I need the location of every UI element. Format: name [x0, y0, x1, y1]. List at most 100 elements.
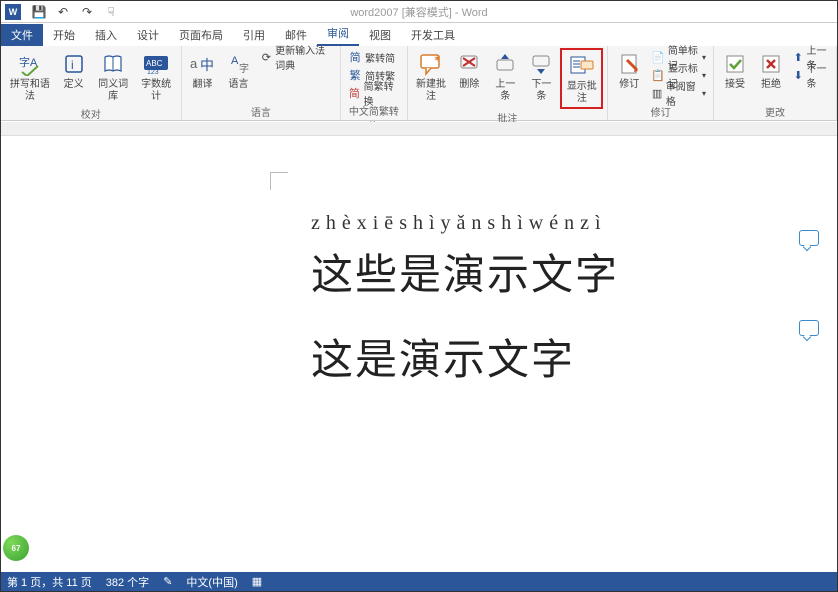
svg-text:字: 字 [239, 62, 249, 75]
group-tracking: 修订 📄简单标记▾ 📋显示标记▾ ▥审阅窗格▾ 修订 [608, 46, 714, 120]
touch-mode-button[interactable]: ☟ [103, 4, 119, 20]
define-button[interactable]: i 定义 [57, 48, 91, 105]
proof-status[interactable]: ✎ [163, 575, 172, 588]
tab-layout[interactable]: 页面布局 [169, 24, 233, 46]
simp-icon: 简 [348, 50, 362, 64]
thesaurus-label: 同义词库 [96, 79, 131, 103]
tab-home[interactable]: 开始 [43, 24, 85, 46]
tab-insert[interactable]: 插入 [85, 24, 127, 46]
wordcount-label: 字数统计 [139, 79, 174, 103]
svg-text:✶: ✶ [433, 54, 441, 65]
assist-badge[interactable]: 67 [3, 535, 29, 561]
ime-label: 更新输入法词典 [275, 42, 333, 72]
refresh-icon: ⟳ [261, 50, 273, 64]
tab-design[interactable]: 设计 [127, 24, 169, 46]
chinese-line-2: 这是演示文字 [311, 326, 619, 387]
group-tracking-label: 修订 [612, 103, 709, 119]
show-comments-label: 显示批注 [565, 81, 598, 105]
group-comments: ✶ 新建批注 删除 上一条 下一条 显示批注 批注 [408, 46, 609, 120]
language-label: 语言 [229, 79, 249, 91]
markup-icon: 📄 [651, 50, 665, 64]
group-language: a中 翻译 A字 语言 ⟳ 更新输入法词典 语言 [182, 46, 342, 120]
ruler[interactable] [1, 122, 837, 136]
prev-icon [491, 50, 519, 78]
convert-icon: 简 [348, 86, 361, 100]
margin-corner-tl [270, 172, 288, 190]
language-button[interactable]: A字 语言 [222, 48, 256, 103]
macro-status[interactable]: ▦ [252, 575, 262, 588]
status-bar: 第 1 页，共 11 页 382 个字 ✎ 中文(中国) ▦ [1, 572, 837, 591]
accept-icon [721, 50, 749, 78]
group-proofing-label: 校对 [5, 105, 177, 121]
word-count-status[interactable]: 382 个字 [106, 574, 149, 590]
group-proofing: 字A 拼写和语法 i 定义 同义词库 ABC123 字数统计 校对 [1, 46, 182, 120]
new-comment-button[interactable]: ✶ 新建批注 [412, 48, 451, 109]
tab-view[interactable]: 视图 [359, 24, 401, 46]
spellcheck-icon: 字A [16, 50, 44, 78]
reject-icon [757, 50, 785, 78]
tab-references[interactable]: 引用 [233, 24, 275, 46]
delete-label: 删除 [459, 79, 479, 91]
show-comments-button[interactable]: 显示批注 [560, 48, 603, 109]
pinyin-text: zhèxiēshìyǎnshìwénzì [311, 212, 619, 235]
group-chinese-conv: 简繁转简 繁简转繁 简简繁转换 中文简繁转换 [341, 46, 407, 120]
globe-icon: A字 [225, 50, 253, 78]
ribbon: 字A 拼写和语法 i 定义 同义词库 ABC123 字数统计 校对 a中 翻译 [1, 46, 837, 121]
showmk-icon: 📋 [651, 68, 665, 82]
next-icon [527, 50, 555, 78]
accept-button[interactable]: 接受 [718, 48, 752, 103]
svg-text:中: 中 [200, 57, 214, 73]
translate-icon: a中 [189, 50, 217, 78]
next-label: 下一条 [527, 79, 555, 103]
translate-label: 翻译 [193, 79, 213, 91]
page-status[interactable]: 第 1 页，共 11 页 [7, 574, 92, 590]
language-status[interactable]: 中文(中国) [186, 574, 237, 590]
chinese-convert-button[interactable]: 简简繁转换 [345, 84, 402, 102]
wordcount-icon: ABC123 [142, 50, 170, 78]
ribbon-tabs: 文件 开始 插入 设计 页面布局 引用 邮件 审阅 视图 开发工具 [1, 23, 837, 46]
track-icon [615, 50, 643, 78]
prev-comment-button[interactable]: 上一条 [488, 48, 522, 109]
tab-file[interactable]: 文件 [1, 24, 43, 46]
redo-button[interactable]: ↷ [79, 4, 95, 20]
reject-button[interactable]: 拒绝 [754, 48, 788, 103]
prev-change-icon: ⬆ [793, 50, 804, 64]
quick-access-toolbar: 💾 ↶ ↷ ☟ [31, 4, 119, 20]
chinese-line-1: 这些是演示文字 [311, 241, 619, 302]
new-comment-label: 新建批注 [415, 79, 448, 103]
svg-text:A: A [231, 55, 239, 67]
book-icon [99, 50, 127, 78]
page[interactable]: zhèxiēshìyǎnshìwénzì 这些是演示文字 这是演示文字 [236, 136, 836, 576]
save-button[interactable]: 💾 [31, 4, 47, 20]
comment-marker-2[interactable] [799, 320, 819, 336]
trad-simp-label: 繁转简 [365, 50, 395, 65]
svg-text:123: 123 [147, 69, 159, 76]
tab-developer[interactable]: 开发工具 [401, 24, 465, 46]
comment-marker-1[interactable] [799, 230, 819, 246]
review-pane-button[interactable]: ▥审阅窗格▾ [648, 84, 709, 102]
document-area: zhèxiēshìyǎnshìwénzì 这些是演示文字 这是演示文字 [1, 122, 837, 572]
next-change-button[interactable]: ⬇下一条 [790, 66, 832, 84]
pane-icon: ▥ [651, 86, 663, 100]
spelling-label: 拼写和语法 [8, 79, 52, 103]
ime-update-button[interactable]: ⟳ 更新输入法词典 [258, 48, 337, 66]
group-language-label: 语言 [186, 103, 337, 119]
svg-text:i: i [71, 58, 74, 72]
trad-to-simp-button[interactable]: 简繁转简 [345, 48, 402, 66]
next-comment-button[interactable]: 下一条 [524, 48, 558, 109]
translate-button[interactable]: a中 翻译 [186, 48, 220, 103]
track-changes-button[interactable]: 修订 [612, 48, 646, 103]
undo-button[interactable]: ↶ [55, 4, 71, 20]
delete-icon [455, 50, 483, 78]
wordcount-button[interactable]: ABC123 字数统计 [136, 48, 177, 105]
reject-label: 拒绝 [761, 79, 781, 91]
spelling-button[interactable]: 字A 拼写和语法 [5, 48, 55, 105]
svg-text:字A: 字A [19, 55, 38, 69]
delete-comment-button[interactable]: 删除 [452, 48, 486, 109]
thesaurus-button[interactable]: 同义词库 [93, 48, 134, 105]
window-title: word2007 [兼容模式] - Word [350, 4, 487, 20]
word-app-icon: W [5, 4, 21, 20]
title-bar: W 💾 ↶ ↷ ☟ word2007 [兼容模式] - Word [1, 1, 837, 23]
group-changes-label: 更改 [718, 103, 832, 119]
document-content[interactable]: zhèxiēshìyǎnshìwénzì 这些是演示文字 这是演示文字 [311, 212, 619, 387]
